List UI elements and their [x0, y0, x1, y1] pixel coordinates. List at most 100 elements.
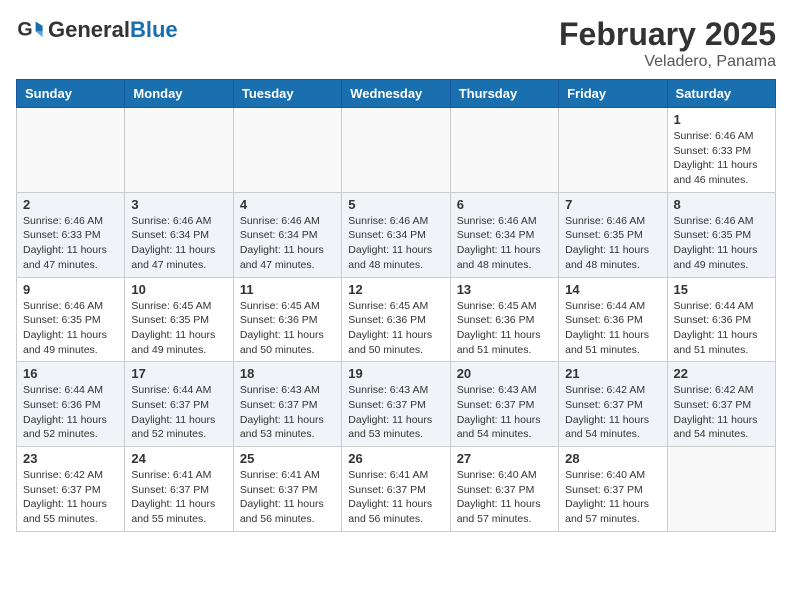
calendar-cell: 3 Sunrise: 6:46 AM Sunset: 6:34 PM Daylig… — [125, 192, 233, 277]
subtitle: Veladero, Panama — [559, 53, 776, 71]
day-number: 15 — [674, 282, 769, 297]
day-number: 22 — [674, 366, 769, 381]
day-info: Sunrise: 6:41 AM Sunset: 6:37 PM Dayligh… — [131, 468, 226, 527]
day-info: Sunrise: 6:43 AM Sunset: 6:37 PM Dayligh… — [240, 383, 335, 442]
day-number: 19 — [348, 366, 443, 381]
calendar-cell — [342, 108, 450, 193]
logo-text-block: GeneralBlue — [48, 17, 178, 43]
day-info: Sunrise: 6:46 AM Sunset: 6:33 PM Dayligh… — [23, 214, 118, 273]
day-info: Sunrise: 6:41 AM Sunset: 6:37 PM Dayligh… — [348, 468, 443, 527]
calendar-cell: 24Sunrise: 6:41 AM Sunset: 6:37 PM Dayli… — [125, 447, 233, 532]
day-info: Sunrise: 6:46 AM Sunset: 6:34 PM Dayligh… — [457, 214, 552, 273]
day-info: Sunrise: 6:43 AM Sunset: 6:37 PM Dayligh… — [348, 383, 443, 442]
calendar-cell: 13 Sunrise: 6:45 AM Sunset: 6:36 PM Dayli… — [450, 277, 558, 362]
day-info: Sunrise: 6:40 AM Sunset: 6:37 PM Dayligh… — [457, 468, 552, 527]
day-info: Sunrise: 6:44 AM Sunset: 6:36 PM Dayligh… — [674, 299, 769, 358]
weekday-header-sunday: Sunday — [17, 80, 125, 108]
day-info: Sunrise: 6:45 AM Sunset: 6:36 PM Dayligh… — [457, 299, 552, 358]
day-info: Sunrise: 6:41 AM Sunset: 6:37 PM Dayligh… — [240, 468, 335, 527]
calendar-cell: 22Sunrise: 6:42 AM Sunset: 6:37 PM Dayli… — [667, 362, 775, 447]
day-number: 3 — [131, 197, 226, 212]
day-number: 14 — [565, 282, 660, 297]
day-number: 16 — [23, 366, 118, 381]
calendar-cell: 21 Sunrise: 6:42 AM Sunset: 6:37 PM Dayli… — [559, 362, 667, 447]
logo-general: General — [48, 17, 130, 42]
calendar-cell: 20 Sunrise: 6:43 AM Sunset: 6:37 PM Dayli… — [450, 362, 558, 447]
day-info: Sunrise: 6:46 AM Sunset: 6:35 PM Dayligh… — [23, 299, 118, 358]
weekday-header-thursday: Thursday — [450, 80, 558, 108]
calendar-cell — [125, 108, 233, 193]
day-number: 17 — [131, 366, 226, 381]
calendar-cell: 27 Sunrise: 6:40 AM Sunset: 6:37 PM Dayli… — [450, 447, 558, 532]
day-info: Sunrise: 6:45 AM Sunset: 6:36 PM Dayligh… — [348, 299, 443, 358]
day-number: 8 — [674, 197, 769, 212]
title-block: February 2025 Veladero, Panama — [559, 16, 776, 71]
day-number: 7 — [565, 197, 660, 212]
day-info: Sunrise: 6:46 AM Sunset: 6:34 PM Dayligh… — [131, 214, 226, 273]
day-info: Sunrise: 6:45 AM Sunset: 6:36 PM Dayligh… — [240, 299, 335, 358]
weekday-header-tuesday: Tuesday — [233, 80, 341, 108]
calendar-cell: 28Sunrise: 6:40 AM Sunset: 6:37 PM Dayli… — [559, 447, 667, 532]
day-number: 1 — [674, 112, 769, 127]
day-info: Sunrise: 6:46 AM Sunset: 6:33 PM Dayligh… — [674, 129, 769, 188]
svg-text:G: G — [17, 19, 32, 41]
calendar-cell: 1 Sunrise: 6:46 AM Sunset: 6:33 PM Daylig… — [667, 108, 775, 193]
calendar-week-row: 23 Sunrise: 6:42 AM Sunset: 6:37 PM Dayli… — [17, 447, 776, 532]
day-info: Sunrise: 6:46 AM Sunset: 6:34 PM Dayligh… — [348, 214, 443, 273]
calendar-cell: 16 Sunrise: 6:44 AM Sunset: 6:36 PM Dayli… — [17, 362, 125, 447]
logo-blue: Blue — [130, 17, 178, 42]
calendar-cell: 23 Sunrise: 6:42 AM Sunset: 6:37 PM Dayli… — [17, 447, 125, 532]
calendar-cell: 19 Sunrise: 6:43 AM Sunset: 6:37 PM Dayli… — [342, 362, 450, 447]
logo-icon: G — [16, 16, 44, 44]
calendar-cell: 6Sunrise: 6:46 AM Sunset: 6:34 PM Daylig… — [450, 192, 558, 277]
logo: G GeneralBlue — [16, 16, 178, 44]
weekday-header-monday: Monday — [125, 80, 233, 108]
day-number: 5 — [348, 197, 443, 212]
day-info: Sunrise: 6:42 AM Sunset: 6:37 PM Dayligh… — [565, 383, 660, 442]
day-info: Sunrise: 6:44 AM Sunset: 6:37 PM Dayligh… — [131, 383, 226, 442]
day-info: Sunrise: 6:44 AM Sunset: 6:36 PM Dayligh… — [23, 383, 118, 442]
calendar-week-row: 2Sunrise: 6:46 AM Sunset: 6:33 PM Daylig… — [17, 192, 776, 277]
calendar-cell: 15 Sunrise: 6:44 AM Sunset: 6:36 PM Dayli… — [667, 277, 775, 362]
calendar-cell: 5 Sunrise: 6:46 AM Sunset: 6:34 PM Daylig… — [342, 192, 450, 277]
day-info: Sunrise: 6:46 AM Sunset: 6:35 PM Dayligh… — [674, 214, 769, 273]
day-number: 21 — [565, 366, 660, 381]
day-number: 12 — [348, 282, 443, 297]
calendar-cell: 26 Sunrise: 6:41 AM Sunset: 6:37 PM Dayli… — [342, 447, 450, 532]
calendar-cell: 2Sunrise: 6:46 AM Sunset: 6:33 PM Daylig… — [17, 192, 125, 277]
day-info: Sunrise: 6:43 AM Sunset: 6:37 PM Dayligh… — [457, 383, 552, 442]
day-number: 13 — [457, 282, 552, 297]
day-number: 4 — [240, 197, 335, 212]
day-number: 20 — [457, 366, 552, 381]
day-number: 23 — [23, 451, 118, 466]
weekday-header-saturday: Saturday — [667, 80, 775, 108]
calendar-cell: 11 Sunrise: 6:45 AM Sunset: 6:36 PM Dayli… — [233, 277, 341, 362]
calendar-cell: 4Sunrise: 6:46 AM Sunset: 6:34 PM Daylig… — [233, 192, 341, 277]
day-info: Sunrise: 6:44 AM Sunset: 6:36 PM Dayligh… — [565, 299, 660, 358]
weekday-header-row: SundayMondayTuesdayWednesdayThursdayFrid… — [17, 80, 776, 108]
calendar-week-row: 16 Sunrise: 6:44 AM Sunset: 6:36 PM Dayli… — [17, 362, 776, 447]
day-number: 28 — [565, 451, 660, 466]
weekday-header-friday: Friday — [559, 80, 667, 108]
calendar-cell — [233, 108, 341, 193]
calendar-cell: 10Sunrise: 6:45 AM Sunset: 6:35 PM Dayli… — [125, 277, 233, 362]
calendar-week-row: 1 Sunrise: 6:46 AM Sunset: 6:33 PM Daylig… — [17, 108, 776, 193]
day-number: 27 — [457, 451, 552, 466]
calendar-week-row: 9Sunrise: 6:46 AM Sunset: 6:35 PM Daylig… — [17, 277, 776, 362]
calendar-cell: 14 Sunrise: 6:44 AM Sunset: 6:36 PM Dayli… — [559, 277, 667, 362]
day-number: 26 — [348, 451, 443, 466]
day-info: Sunrise: 6:42 AM Sunset: 6:37 PM Dayligh… — [23, 468, 118, 527]
calendar-cell: 7Sunrise: 6:46 AM Sunset: 6:35 PM Daylig… — [559, 192, 667, 277]
day-number: 10 — [131, 282, 226, 297]
calendar-cell: 12 Sunrise: 6:45 AM Sunset: 6:36 PM Dayli… — [342, 277, 450, 362]
day-number: 11 — [240, 282, 335, 297]
month-title: February 2025 — [559, 16, 776, 53]
page-header: G GeneralBlue February 2025 Veladero, Pa… — [16, 16, 776, 71]
weekday-header-wednesday: Wednesday — [342, 80, 450, 108]
calendar-cell: 17 Sunrise: 6:44 AM Sunset: 6:37 PM Dayli… — [125, 362, 233, 447]
calendar-cell — [559, 108, 667, 193]
calendar-cell — [450, 108, 558, 193]
day-number: 18 — [240, 366, 335, 381]
calendar-cell — [667, 447, 775, 532]
calendar-cell: 25Sunrise: 6:41 AM Sunset: 6:37 PM Dayli… — [233, 447, 341, 532]
